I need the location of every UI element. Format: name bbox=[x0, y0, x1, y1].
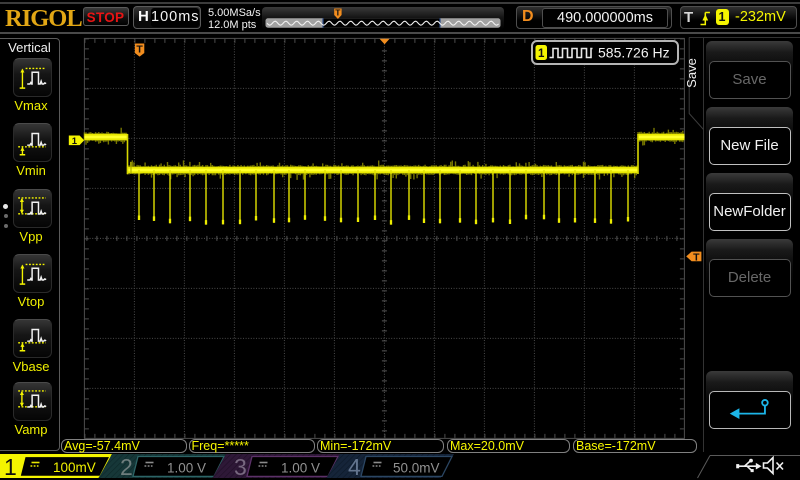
svg-text:2: 2 bbox=[120, 454, 133, 480]
svg-text:1.00 V: 1.00 V bbox=[281, 461, 320, 476]
svg-text:3: 3 bbox=[234, 454, 247, 480]
svg-text:T: T bbox=[136, 43, 143, 55]
svg-text:50.0mV: 50.0mV bbox=[393, 461, 440, 476]
svg-text:100mV: 100mV bbox=[53, 460, 96, 475]
svg-text:1.00 V: 1.00 V bbox=[167, 461, 206, 476]
svg-text:585.726 Hz: 585.726 Hz bbox=[598, 44, 670, 60]
svg-text:Save: Save bbox=[686, 58, 699, 88]
svg-text:T: T bbox=[693, 251, 700, 263]
svg-text:1: 1 bbox=[538, 48, 545, 60]
svg-text:4: 4 bbox=[348, 454, 361, 480]
svg-text:T: T bbox=[335, 8, 341, 18]
svg-text:1: 1 bbox=[4, 454, 17, 480]
svg-text:1: 1 bbox=[72, 136, 78, 147]
